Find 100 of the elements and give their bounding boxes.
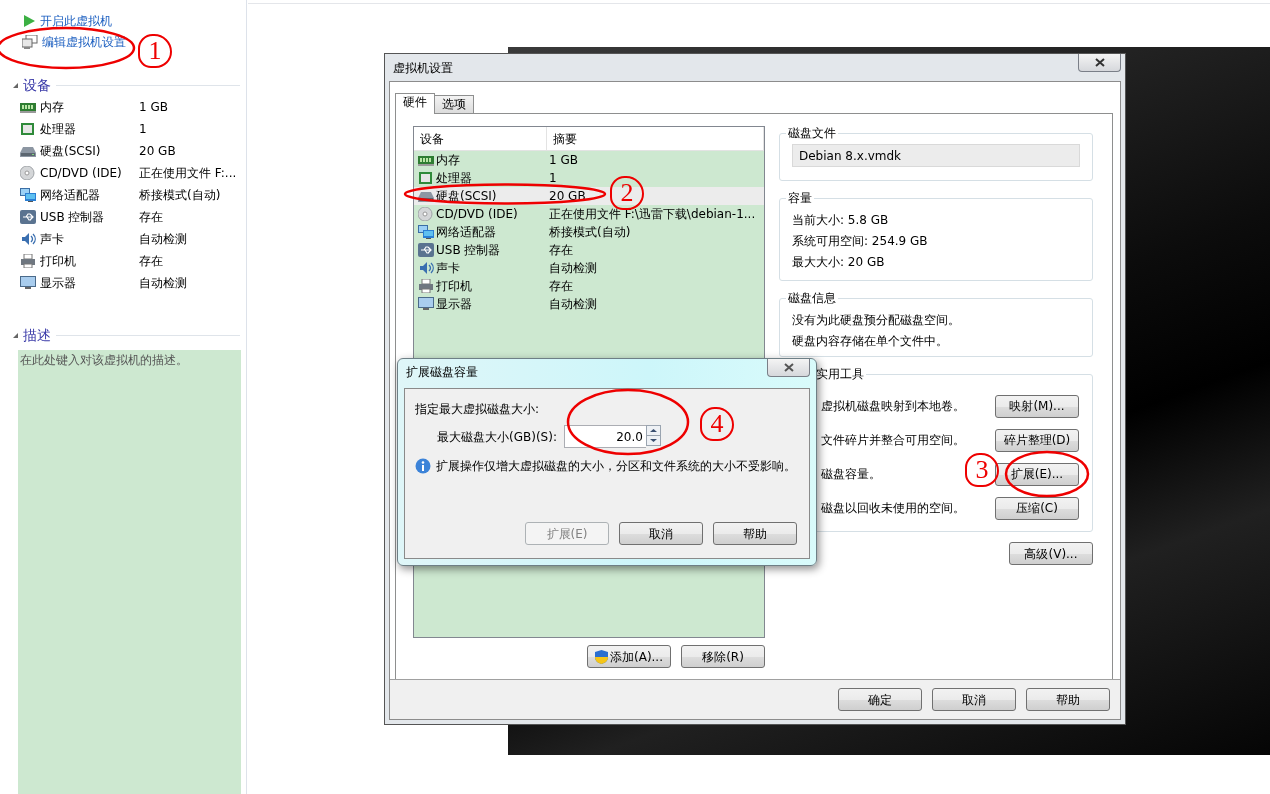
device-summary: 桥接模式(自动) xyxy=(548,224,631,241)
close-icon xyxy=(1094,58,1105,67)
dialog-button[interactable]: 取消 xyxy=(619,522,703,545)
dialog-button[interactable]: 帮助 xyxy=(713,522,797,545)
utility-button[interactable]: 扩展(E)... xyxy=(995,462,1079,486)
tab[interactable]: 硬件 xyxy=(395,93,435,114)
memory-chip-icon xyxy=(418,153,434,167)
close-icon xyxy=(783,363,794,372)
annotation-number: 4 xyxy=(700,407,734,441)
utility-text: 磁盘容量。 xyxy=(821,466,881,483)
device-summary: 1 GB xyxy=(139,99,168,116)
device-name: 显示器 xyxy=(436,296,472,313)
device-name: 内存 xyxy=(40,99,65,116)
dialog-button[interactable]: 确定 xyxy=(838,688,922,711)
device-name: 硬盘(SCSI) xyxy=(436,188,497,205)
shield-icon xyxy=(595,649,608,664)
device-name: 硬盘(SCSI) xyxy=(40,143,102,160)
file-name-field[interactable]: Debian 8.x.vmdk xyxy=(792,144,1080,167)
table-row[interactable]: USB 控制器 存在 xyxy=(414,241,764,259)
table-row[interactable]: 打印机 存在 xyxy=(414,277,764,295)
action-link[interactable]: 开启此虚拟机 xyxy=(22,11,112,30)
collapse-icon xyxy=(13,82,18,88)
device-name: 处理器 xyxy=(436,170,472,187)
size-field[interactable]: 20.0 xyxy=(563,425,646,448)
device-name: 打印机 xyxy=(436,278,472,295)
capacity-text: 当前大小: 5.8 GB xyxy=(792,211,890,229)
device-name: 打印机 xyxy=(40,253,77,270)
prompt-text: 指定最大虚拟磁盘大小: xyxy=(415,401,541,418)
monitor-icon xyxy=(20,276,36,290)
settings-window-icon xyxy=(22,34,38,49)
device-name: 声卡 xyxy=(436,260,460,277)
utility-button[interactable]: 压缩(C) xyxy=(995,496,1079,520)
network-adapter-icon xyxy=(418,225,434,239)
printer-icon xyxy=(418,279,434,293)
collapse-icon xyxy=(13,332,18,338)
device-summary: 存在 xyxy=(139,253,163,270)
play-icon xyxy=(22,13,36,28)
device-summary: 存在 xyxy=(548,278,573,295)
device-summary: 正在使用文件 F:... xyxy=(139,165,237,182)
device-name: USB 控制器 xyxy=(40,209,106,226)
device-name: USB 控制器 xyxy=(436,242,501,259)
section-heading: 描述 xyxy=(23,325,51,345)
monitor-icon xyxy=(418,297,434,311)
printer-icon xyxy=(20,254,36,268)
table-row[interactable]: 显示器 自动检测 xyxy=(414,295,764,313)
device-name: CD/DVD (IDE) xyxy=(436,206,518,223)
table-row[interactable]: 内存 1 GB xyxy=(414,151,764,169)
close-button[interactable] xyxy=(767,359,810,377)
group-heading: 实用工具 xyxy=(814,366,866,382)
speaker-icon xyxy=(20,232,36,246)
utility-text: 文件碎片并整合可用空间。 xyxy=(821,432,965,449)
list-button[interactable]: 移除(R) xyxy=(681,645,765,668)
info-text: 没有为此硬盘预分配磁盘空间。 xyxy=(792,311,961,329)
device-name: 声卡 xyxy=(40,231,65,248)
dialog-title: 扩展磁盘容量 xyxy=(406,364,478,381)
device-summary: 20 GB xyxy=(139,143,176,160)
group-heading: 容量 xyxy=(786,190,814,206)
description-field[interactable]: 在此处键入对该虚拟机的描述。 xyxy=(18,350,241,794)
column-header[interactable]: 摘要 xyxy=(546,127,764,150)
device-summary: 1 GB xyxy=(548,152,578,169)
utility-button[interactable]: 映射(M)... xyxy=(995,394,1079,418)
device-summary: 桥接模式(自动) xyxy=(139,187,221,204)
dialog-button[interactable]: 取消 xyxy=(932,688,1016,711)
usb-icon xyxy=(418,243,434,257)
capacity-text: 系统可用空间: 254.9 GB xyxy=(792,232,929,250)
device-name: 处理器 xyxy=(40,121,77,138)
table-row[interactable]: 声卡 自动检测 xyxy=(414,259,764,277)
utility-text: 磁盘以回收未使用的空间。 xyxy=(821,500,965,517)
window-title: 虚拟机设置 xyxy=(393,59,453,77)
note-text: 扩展操作仅增大虚拟磁盘的大小，分区和文件系统的大小不受影响。 xyxy=(436,458,796,475)
usb-icon xyxy=(20,210,36,224)
device-summary: 自动检测 xyxy=(139,275,187,292)
info-icon xyxy=(415,458,431,474)
device-summary: 存在 xyxy=(139,209,163,226)
processor-icon xyxy=(20,122,36,136)
device-summary: 自动检测 xyxy=(548,296,597,313)
device-summary: 1 xyxy=(548,170,557,187)
close-button[interactable] xyxy=(1078,54,1121,72)
device-summary: 存在 xyxy=(548,242,573,259)
dialog-button[interactable]: 帮助 xyxy=(1026,688,1110,711)
group-heading: 磁盘文件 xyxy=(786,125,838,141)
tab[interactable]: 选项 xyxy=(434,95,474,113)
device-name: 网络适配器 xyxy=(436,224,496,241)
capacity-text: 最大大小: 20 GB xyxy=(792,253,886,271)
group-heading: 磁盘信息 xyxy=(786,290,838,306)
list-button[interactable]: 添加(A)... xyxy=(587,645,671,668)
device-name: 网络适配器 xyxy=(40,187,101,204)
field-label: 最大磁盘大小(GB)(S): xyxy=(437,428,557,446)
utility-button[interactable]: 碎片整理(D) xyxy=(995,428,1079,452)
device-name: 内存 xyxy=(436,152,460,169)
column-header[interactable]: 设备 xyxy=(414,127,547,150)
device-name: CD/DVD (IDE) xyxy=(40,165,123,182)
advanced-button[interactable]: 高级(V)... xyxy=(1009,542,1093,565)
section-heading: 设备 xyxy=(23,75,51,95)
annotation-number: 1 xyxy=(138,34,172,68)
device-summary: 自动检测 xyxy=(548,260,597,277)
spinner-arrows-icon[interactable] xyxy=(645,425,661,446)
table-row[interactable]: 网络适配器 桥接模式(自动) xyxy=(414,223,764,241)
device-summary: 自动检测 xyxy=(139,231,187,248)
annotation-number: 3 xyxy=(965,453,999,487)
